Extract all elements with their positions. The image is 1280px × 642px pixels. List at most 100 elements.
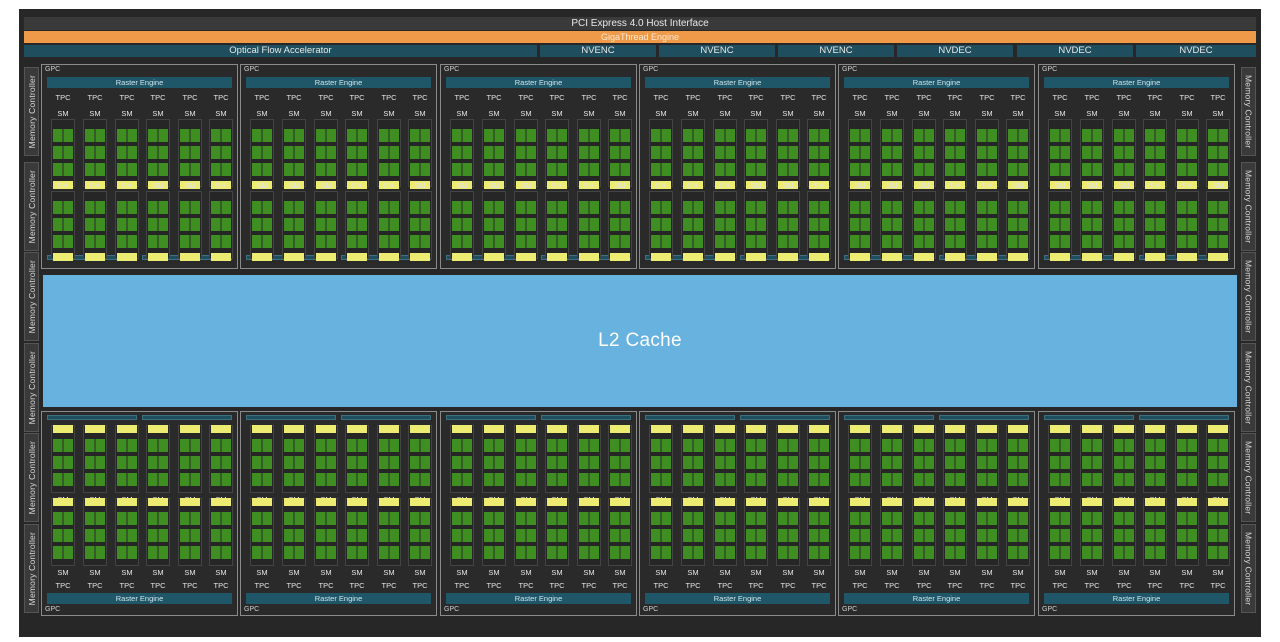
cuda-core-block [284,546,304,559]
nvdec-3: NVDEC [1136,45,1256,57]
memory-controller-label: Memory Controller [1243,259,1254,334]
sm-label: SM [918,181,930,190]
tpc: TPC SM SM [680,65,706,270]
cuda-core-block [1177,439,1197,452]
tpc: SMSMTPC [806,412,832,617]
cuda-core-block [610,218,630,231]
sm-label: SM [1054,568,1066,577]
cuda-core-block [316,512,336,525]
cuda-core-block [683,235,703,248]
rt-core [809,425,829,433]
cuda-core-block [284,235,304,248]
cuda-core-block [809,512,829,525]
sm-label: SM [813,181,825,190]
cuda-core-block [1050,456,1070,469]
memory-controller-left-5: Memory Controller [24,433,39,522]
cuda-core-block [547,456,567,469]
rt-core [610,425,630,433]
cuda-core-block [148,456,168,469]
sm-label: SM [152,568,164,577]
cuda-core-block [1145,129,1165,142]
sm-label: SM [1149,568,1161,577]
cuda-core-block [882,235,902,248]
cuda-core-block [1050,235,1070,248]
cuda-core-block [211,146,231,159]
cuda-core-block [117,235,137,248]
tpc-label: TPC [811,93,827,102]
cuda-core-block [850,235,870,248]
rt-core [1050,498,1070,506]
tpc: TPC SM SM [1005,65,1031,270]
rt-core [809,498,829,506]
sm-label: SM [583,568,595,577]
sm-label: SM [57,109,69,118]
sm-label: SM [782,568,794,577]
tpc-label: TPC [119,581,135,590]
cuda-core-block [945,235,965,248]
cuda-core-block [1177,146,1197,159]
cuda-core-block [316,456,336,469]
cuda-core-block [284,163,304,176]
tpc-label: TPC [852,581,868,590]
cuda-core-block [579,235,599,248]
tpc: SMSMTPC [1142,412,1168,617]
rt-core [683,253,703,261]
tpc-label: TPC [780,93,796,102]
rt-core [1145,425,1165,433]
tpc: SMSMTPC [879,412,905,617]
cuda-core-block [148,235,168,248]
cuda-core-block [180,529,200,542]
tpc: SMSMTPC [249,412,275,617]
tpc-label: TPC [979,581,995,590]
cuda-core-block [1008,546,1028,559]
cuda-core-block [778,163,798,176]
cuda-core-block [882,218,902,231]
gpc-top-3: GPC Raster Engine TPC SM SM TPC SM SM TPC SM SM TPC… [440,64,637,269]
cuda-core-block [914,456,934,469]
sm-label: SM [383,568,395,577]
sm-label: SM [1149,181,1161,190]
sm-label: SM [184,181,196,190]
cuda-core-block [610,201,630,214]
cuda-core-block [715,473,735,486]
tpc: TPC SM SM [847,65,873,270]
cuda-core-block [579,512,599,525]
cuda-core-block [610,546,630,559]
cuda-core-block [379,529,399,542]
cuda-core-block [316,439,336,452]
sm-label: SM [1118,181,1130,190]
cuda-core-block [211,439,231,452]
cuda-core-block [610,512,630,525]
cuda-core-block [1177,473,1197,486]
cuda-core-block [117,218,137,231]
sm-label: SM [1012,109,1024,118]
rt-core [252,498,272,506]
rt-core [746,498,766,506]
cuda-core-block [882,146,902,159]
cuda-core-block [1114,218,1134,231]
cuda-core-block [715,218,735,231]
rt-core [850,253,870,261]
tpc-label: TPC [318,581,334,590]
cuda-core-block [610,146,630,159]
cuda-core-block [1082,129,1102,142]
tpc: SMSMTPC [942,412,968,617]
cuda-core-block [484,129,504,142]
tpc-label: TPC [1179,581,1195,590]
rt-core [547,498,567,506]
tpc: SMSMTPC [648,412,674,617]
sm-label: SM [1086,181,1098,190]
cuda-core-block [117,546,137,559]
rt-core [715,425,735,433]
cuda-core-block [347,546,367,559]
cuda-core-block [683,473,703,486]
rt-core [316,425,336,433]
cuda-core-block [1050,129,1070,142]
cuda-core-block [850,146,870,159]
memory-controller-label: Memory Controller [1243,350,1254,425]
cuda-core-block [410,439,430,452]
cuda-core-block [180,235,200,248]
tpc: TPC SM SM [1142,65,1168,270]
rt-core [117,498,137,506]
cuda-core-block [85,163,105,176]
